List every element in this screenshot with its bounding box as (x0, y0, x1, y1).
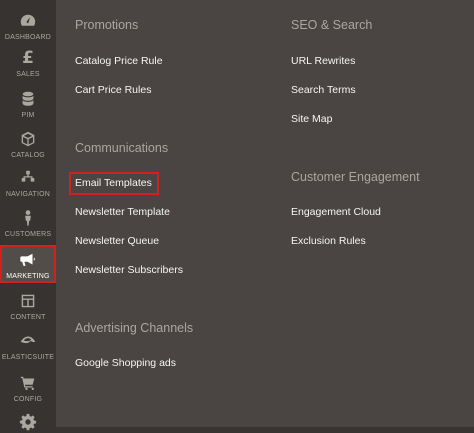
menu-link-exclusion-rules[interactable]: Exclusion Rules (291, 235, 366, 247)
sidebar-item-label: CUSTOMERS (4, 231, 52, 238)
sidebar-item-label: CONTENT (10, 314, 46, 321)
section-title-promotions: Promotions (75, 18, 139, 32)
menu-link-google-shopping-ads[interactable]: Google Shopping ads (75, 357, 176, 369)
cart-icon (17, 372, 39, 394)
sidebar-item-pim[interactable]: PIM (0, 88, 56, 119)
sidebar-item-label: ELASTICSUITE (1, 354, 55, 361)
content-layout-icon (17, 290, 39, 312)
sidebar-item-config[interactable]: CONFIG (0, 372, 56, 403)
menu-link-newsletter-template[interactable]: Newsletter Template (75, 206, 170, 218)
sidebar-item-label: CATALOG (11, 152, 45, 159)
pound-sign-icon: £ (22, 48, 34, 68)
dashboard-icon (17, 10, 39, 32)
sidebar-item-label: PIM (21, 112, 35, 119)
sidebar-item-label: CONFIG (13, 396, 43, 403)
section-title-communications: Communications (75, 141, 169, 155)
admin-sidebar: DASHBOARD £ SALES PIM CATALOG NAVIGATION… (0, 0, 56, 431)
menu-link-newsletter-subscribers[interactable]: Newsletter Subscribers (75, 264, 183, 276)
sidebar-item-marketing[interactable]: MARKETING (0, 245, 56, 283)
sidebar-item-label: SALES (16, 71, 40, 78)
person-icon (17, 207, 39, 229)
menu-link-engagement-cloud[interactable]: Engagement Cloud (291, 206, 381, 218)
sidebar-item-customers[interactable]: CUSTOMERS (0, 207, 56, 238)
menu-link-url-rewrites[interactable]: URL Rewrites (291, 55, 355, 67)
section-title-seo-search: SEO & Search (291, 18, 373, 32)
marketing-menu-panel: Promotions Catalog Price Rule Cart Price… (56, 0, 474, 427)
sidebar-item-dashboard[interactable]: DASHBOARD (0, 10, 56, 41)
section-title-advertising-channels: Advertising Channels (75, 321, 194, 335)
sidebar-item-sales[interactable]: £ SALES (0, 47, 56, 78)
menu-link-newsletter-queue[interactable]: Newsletter Queue (75, 235, 159, 247)
database-icon (17, 88, 39, 110)
megaphone-icon (17, 249, 39, 271)
menu-link-email-templates[interactable]: Email Templates (69, 172, 159, 195)
sidebar-item-content[interactable]: CONTENT (0, 290, 56, 321)
sidebar-item-catalog[interactable]: CATALOG (0, 128, 56, 159)
elasticsuite-icon (17, 330, 39, 352)
sidebar-item-elasticsuite[interactable]: ELASTICSUITE (0, 330, 56, 361)
sidebar-item-navigation[interactable]: NAVIGATION (0, 167, 56, 198)
menu-link-cart-price-rules[interactable]: Cart Price Rules (75, 84, 151, 96)
menu-link-catalog-price-rule[interactable]: Catalog Price Rule (75, 55, 163, 67)
sidebar-item-settings[interactable] (0, 411, 56, 433)
cube-icon (17, 128, 39, 150)
menu-link-site-map[interactable]: Site Map (291, 113, 332, 125)
gear-icon (17, 411, 39, 433)
menu-link-search-terms[interactable]: Search Terms (291, 84, 356, 96)
sidebar-item-label: DASHBOARD (4, 34, 52, 41)
sidebar-item-label: NAVIGATION (5, 191, 51, 198)
sidebar-item-label: MARKETING (6, 273, 50, 280)
navigation-icon (17, 167, 39, 189)
section-title-customer-engagement: Customer Engagement (291, 170, 420, 184)
